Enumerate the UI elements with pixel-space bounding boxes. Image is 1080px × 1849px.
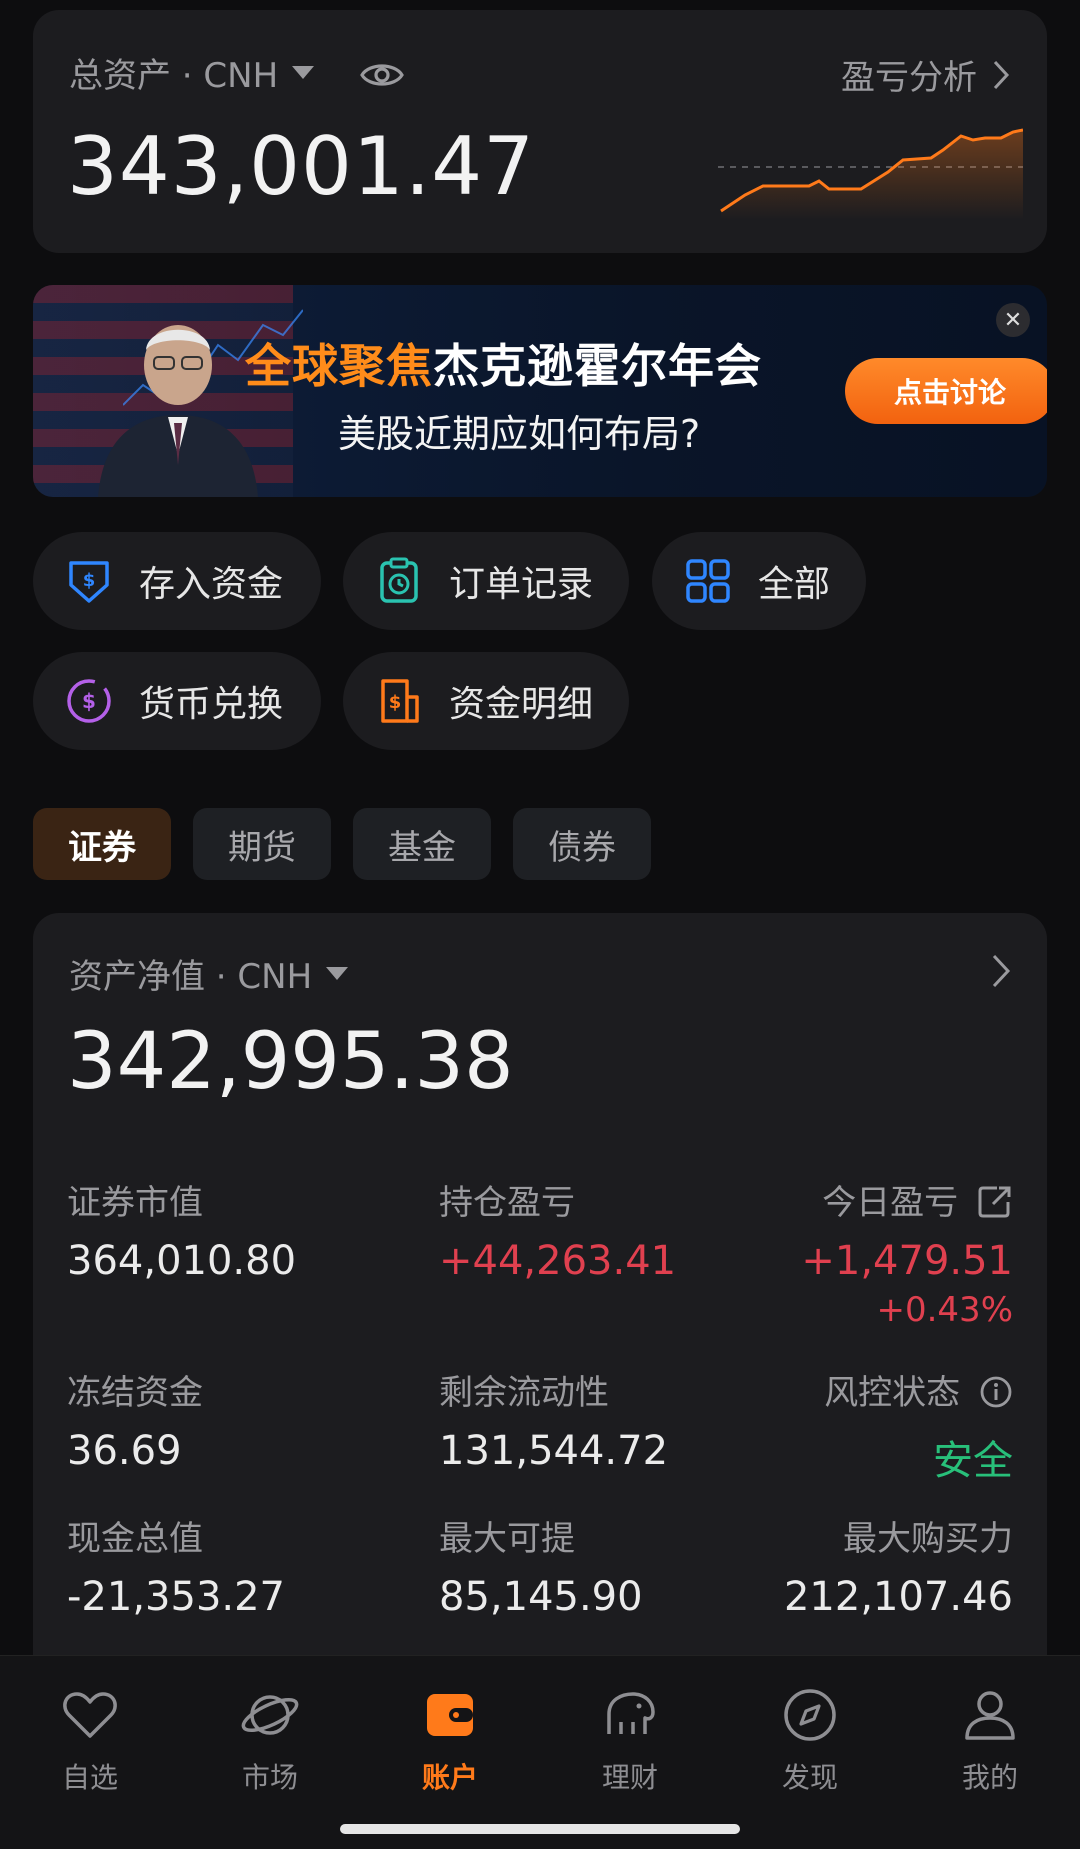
cash-total-cell: 现金总值 -21,353.27 [67, 1511, 285, 1620]
deposit-label: 存入资金 [139, 564, 284, 605]
eye-icon[interactable] [359, 52, 405, 98]
today-pnl-value: +1,479.51 [801, 1238, 1013, 1284]
currency-exchange-button[interactable]: $ 货币兑换 [33, 652, 321, 750]
cash-total-label: 现金总值 [67, 1519, 203, 1559]
risk-status-label: 风控状态 [824, 1373, 961, 1413]
planet-icon [241, 1695, 299, 1735]
nav-discover-label: 发现 [781, 1761, 838, 1794]
today-pnl-percent: +0.43% [876, 1290, 1014, 1330]
banner-subtitle: 美股近期应如何布局? [338, 412, 701, 456]
all-functions-button[interactable]: 全部 [652, 532, 866, 630]
orders-button[interactable]: 订单记录 [343, 532, 629, 630]
today-pnl-label: 今日盈亏 [822, 1183, 959, 1223]
net-asset-value: 342,995.38 [67, 1017, 514, 1107]
risk-status-header: 风控状态 [824, 1365, 1013, 1414]
elephant-icon [607, 1692, 655, 1734]
all-functions-label: 全部 [758, 564, 831, 605]
close-icon[interactable]: ✕ [996, 303, 1030, 337]
chevron-right-icon[interactable] [989, 951, 1013, 991]
wallet-icon [427, 1694, 473, 1736]
tab-securities[interactable]: 证券 [33, 808, 171, 880]
position-pnl-cell: 持仓盈亏 +44,263.41 [439, 1175, 676, 1284]
total-assets-value: 343,001.47 [67, 120, 536, 213]
info-icon[interactable] [979, 1375, 1013, 1409]
market-value-cell: 证券市值 364,010.80 [67, 1175, 296, 1284]
total-assets-card: 总资产 · CNH 343,001.47 盈亏分析 [33, 10, 1047, 253]
nav-watchlist-label: 自选 [61, 1761, 118, 1794]
position-pnl-label: 持仓盈亏 [439, 1183, 575, 1223]
tab-funds[interactable]: 基金 [353, 808, 491, 880]
nav-wealth[interactable]: 理财 [570, 1684, 690, 1796]
net-asset-label: 资产净值 · CNH [69, 957, 313, 997]
buying-power-label: 最大购买力 [843, 1519, 1013, 1559]
discuss-button[interactable]: 点击讨论 [845, 358, 1047, 424]
frozen-funds-value: 36.69 [67, 1428, 182, 1474]
compass-icon [784, 1689, 836, 1741]
bottom-nav: 自选 市场 账户 理财 发现 我的 [0, 1655, 1080, 1849]
svg-text:$: $ [389, 692, 402, 713]
pnl-analysis-link[interactable]: 盈亏分析 [841, 50, 1011, 99]
banner-title-highlight: 全球聚焦 [245, 339, 433, 393]
nav-market-label: 市场 [241, 1761, 298, 1794]
frozen-funds-cell: 冻结资金 36.69 [67, 1365, 203, 1474]
max-withdraw-cell: 最大可提 85,145.90 [439, 1511, 643, 1620]
clipboard-clock-icon [380, 557, 418, 603]
nav-account-label: 账户 [421, 1761, 478, 1794]
market-value-label: 证券市值 [67, 1183, 203, 1223]
currency-exchange-icon: $ [67, 679, 111, 723]
home-indicator[interactable] [340, 1824, 740, 1834]
deposit-icon: $ [69, 561, 109, 603]
heart-icon [63, 1692, 117, 1738]
frozen-funds-label: 冻结资金 [67, 1373, 203, 1413]
fund-details-label: 资金明细 [449, 684, 594, 725]
total-assets-currency-selector[interactable]: 总资产 · CNH [69, 48, 315, 97]
cash-total-value: -21,353.27 [67, 1574, 286, 1620]
nav-account[interactable]: 账户 [390, 1684, 510, 1796]
tab-bonds[interactable]: 债券 [513, 808, 651, 880]
svg-text:$: $ [82, 689, 96, 713]
buying-power-cell: 最大购买力 212,107.46 [784, 1511, 1013, 1620]
market-value: 364,010.80 [67, 1238, 297, 1284]
caret-down-icon [326, 967, 349, 980]
risk-status-value: 安全 [933, 1438, 1013, 1484]
nav-me[interactable]: 我的 [930, 1684, 1050, 1796]
securities-account-card: 资产净值 · CNH 342,995.38 证券市值 364,010.80 持仓… [33, 913, 1047, 1673]
caret-down-icon [292, 66, 315, 79]
pnl-analysis-label: 盈亏分析 [841, 58, 977, 98]
liquidity-value: 131,544.72 [439, 1428, 669, 1474]
max-withdraw-value: 85,145.90 [439, 1574, 643, 1620]
orders-label: 订单记录 [449, 564, 594, 605]
max-withdraw-label: 最大可提 [439, 1519, 575, 1559]
svg-text:$: $ [83, 570, 96, 591]
pnl-sparkline[interactable] [683, 120, 1023, 220]
position-pnl-value: +44,263.41 [439, 1238, 677, 1284]
tab-futures[interactable]: 期货 [193, 808, 331, 880]
chevron-right-icon [993, 60, 1010, 89]
grid-icon [686, 559, 730, 603]
deposit-button[interactable]: $ 存入资金 [33, 532, 321, 630]
total-assets-label: 总资产 · CNH [69, 56, 279, 96]
net-asset-currency-selector[interactable]: 资产净值 · CNH [69, 949, 349, 998]
nav-market[interactable]: 市场 [210, 1684, 330, 1796]
today-pnl-header: 今日盈亏 [801, 1175, 1013, 1224]
fund-details-button[interactable]: $ 资金明细 [343, 652, 629, 750]
nav-me-label: 我的 [961, 1761, 1018, 1794]
liquidity-label: 剩余流动性 [439, 1373, 609, 1413]
banner-title: 全球聚焦杰克逊霍尔年会 [245, 330, 762, 396]
person-icon [965, 1691, 1015, 1740]
nav-discover[interactable]: 发现 [750, 1684, 870, 1796]
promo-banner[interactable]: 全球聚焦杰克逊霍尔年会 美股近期应如何布局? 点击讨论 [33, 285, 1047, 497]
buying-power-value: 212,107.46 [783, 1574, 1013, 1620]
banner-title-main: 杰克逊霍尔年会 [433, 339, 762, 393]
liquidity-cell: 剩余流动性 131,544.72 [439, 1365, 668, 1474]
today-pnl-cell: 今日盈亏 +1,479.51 +0.43% [801, 1175, 1013, 1330]
share-icon[interactable] [977, 1184, 1013, 1218]
nav-wealth-label: 理财 [601, 1761, 658, 1794]
currency-exchange-label: 货币兑换 [139, 684, 284, 725]
risk-status-cell: 风控状态 安全 [824, 1365, 1013, 1486]
nav-watchlist[interactable]: 自选 [30, 1684, 150, 1796]
fund-details-icon: $ [381, 679, 419, 723]
